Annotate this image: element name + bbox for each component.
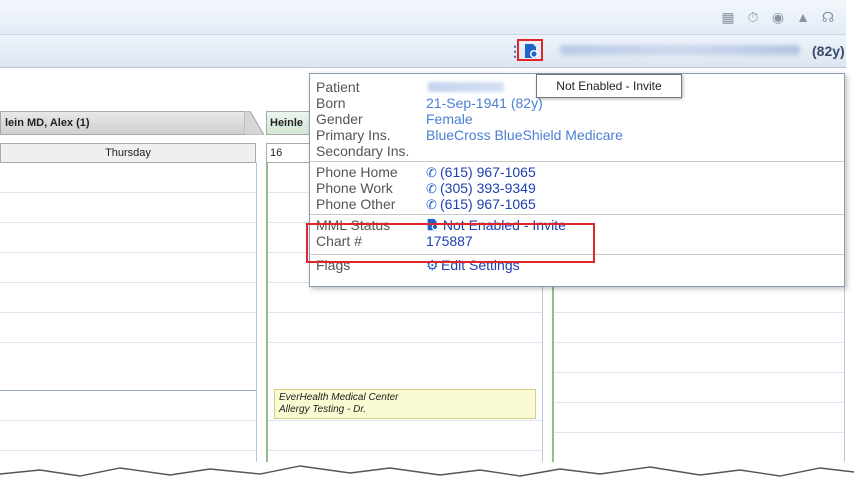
appointment-type: Allergy Testing - Dr. (279, 404, 367, 415)
toolbar-icons: ▦ ⏱ ◉ ▲ ☊ (720, 9, 836, 25)
headset-icon[interactable]: ☊ (820, 9, 836, 25)
phone-icon: ✆ (426, 165, 437, 180)
patient-age: (82y) (812, 43, 845, 59)
phone-work-link[interactable]: ✆ (305) 393-9349 (426, 180, 536, 197)
appointment-block[interactable]: EverHealth Medical Center Allergy Testin… (274, 389, 536, 419)
day-header: Thursday (0, 143, 256, 163)
graduation-cap-icon[interactable]: ▲ (795, 9, 811, 25)
patient-name-redacted (428, 82, 504, 92)
column-tab-edge (244, 111, 264, 135)
provider-column-header-2[interactable]: Heinle (266, 111, 315, 135)
phone-home-link[interactable]: ✆ (615) 967-1065 (426, 164, 536, 181)
date-header: 16 (266, 143, 311, 163)
binoculars-icon[interactable]: ◉ (770, 9, 786, 25)
popup-label: Patient (316, 79, 360, 95)
mml-highlight-box (306, 223, 595, 263)
phone-other-link[interactable]: ✆ (615) 967-1065 (426, 196, 536, 213)
patient-name-redacted (560, 45, 800, 55)
patient-banner: ⋮ (82y) (0, 35, 846, 68)
appointment-location: EverHealth Medical Center (279, 392, 399, 403)
mml-portal-icon (525, 44, 538, 58)
provider-column-header[interactable]: lein MD, Alex (1) (0, 111, 250, 135)
mml-status-button[interactable] (517, 39, 543, 61)
map-icon[interactable]: ▦ (720, 9, 736, 25)
phone-icon: ✆ (426, 197, 437, 212)
stopwatch-icon[interactable]: ⏱ (745, 9, 761, 25)
phone-icon: ✆ (426, 181, 437, 196)
schedule-column-1[interactable] (0, 162, 257, 462)
mml-status-tooltip: Not Enabled - Invite (536, 74, 682, 98)
top-toolbar: ▦ ⏱ ◉ ▲ ☊ (0, 0, 846, 35)
torn-edge-decoration (0, 465, 854, 490)
